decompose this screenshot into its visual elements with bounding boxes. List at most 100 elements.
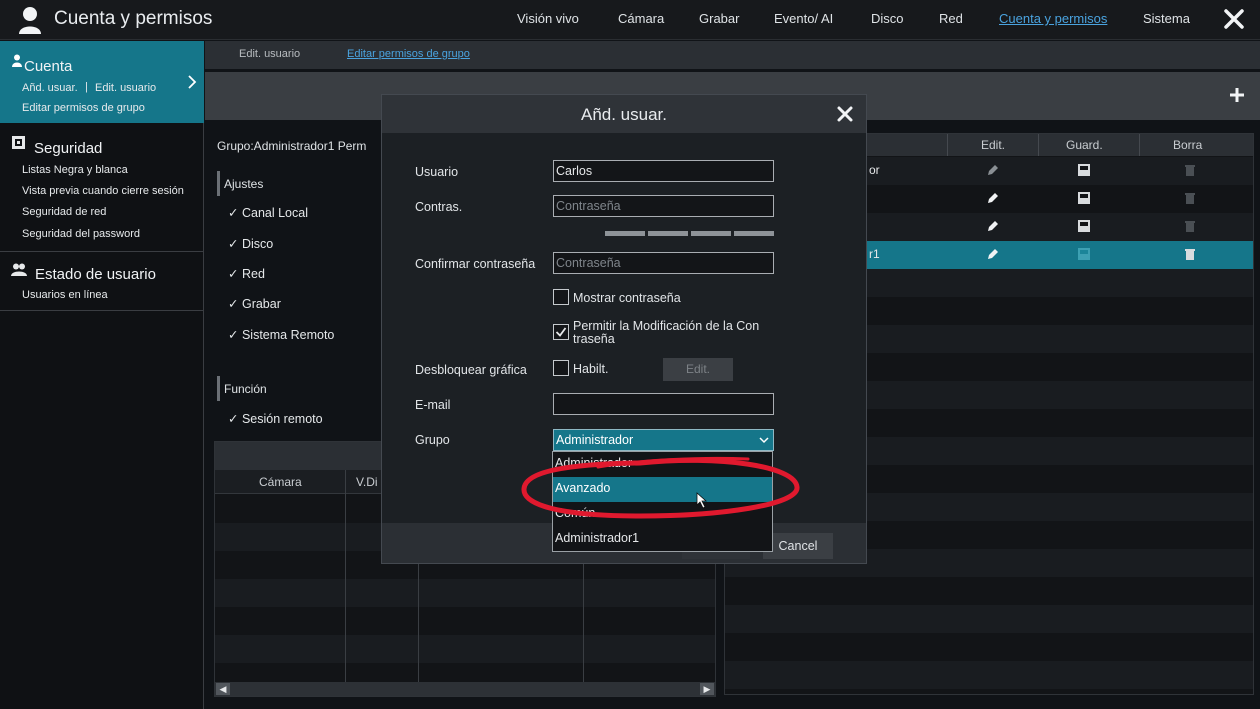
nav-live-view[interactable]: Visión vivo: [517, 11, 579, 26]
column-camera: Cámara: [259, 475, 302, 489]
username-label: Usuario: [415, 165, 459, 179]
group-selected-value: Administrador: [556, 433, 634, 447]
sub-tabs: Edit. usuario Editar permisos de grupo: [205, 41, 1260, 69]
cancel-button[interactable]: Cancel: [763, 533, 833, 559]
sidebar: Cuenta Añd. usuar. | Edit. usuario Edita…: [0, 41, 204, 709]
group-permissions-label: Grupo:Administrador1 Perm: [217, 139, 367, 153]
trash-icon[interactable]: [1183, 219, 1197, 233]
horizontal-scrollbar[interactable]: ◀ ▶: [215, 682, 715, 696]
scroll-left-icon[interactable]: ◀: [216, 683, 230, 695]
check-icon: ✓: [228, 267, 239, 281]
trash-icon[interactable]: [1183, 247, 1197, 261]
chevron-down-icon: [759, 437, 769, 444]
table-row: [215, 579, 715, 607]
password-strength-bar: [691, 231, 731, 236]
sidebar-item-preview-logout[interactable]: Vista previa cuando cierre sesión: [22, 185, 184, 197]
nav-account-permissions[interactable]: Cuenta y permisos: [999, 11, 1107, 26]
check-icon: ✓: [228, 297, 239, 311]
user-name: r1: [869, 247, 880, 261]
close-icon[interactable]: [1222, 7, 1246, 31]
table-row: [215, 635, 715, 663]
confirm-password-input[interactable]: [553, 252, 774, 274]
allow-modify-password-label: Permitir la Modificación de la Con trase…: [573, 319, 760, 346]
save-icon[interactable]: [1077, 219, 1091, 233]
table-row: [725, 605, 1253, 633]
chevron-right-icon: [188, 75, 197, 89]
section-marker: [217, 171, 220, 196]
column-view: V.Di: [356, 475, 378, 489]
shield-icon: [12, 136, 25, 149]
check-icon: ✓: [228, 206, 239, 220]
sidebar-item-separator: |: [85, 81, 88, 93]
column-save: Guard.: [1066, 138, 1103, 152]
app-title: Cuenta y permisos: [54, 8, 213, 29]
sidebar-title-security[interactable]: Seguridad: [34, 140, 102, 157]
sidebar-item-add-user[interactable]: Añd. usuar.: [22, 82, 78, 94]
sidebar-item-edit-user[interactable]: Edit. usuario: [95, 82, 156, 94]
pencil-icon[interactable]: [986, 219, 1000, 233]
add-icon[interactable]: [1228, 86, 1246, 104]
save-icon[interactable]: [1077, 247, 1091, 261]
table-row: [725, 661, 1253, 689]
option-common[interactable]: Común: [553, 502, 772, 527]
nav-network[interactable]: Red: [939, 11, 963, 26]
top-bar: Cuenta y permisos Visión vivo Cámara Gra…: [0, 0, 1260, 40]
function-title: Función: [224, 382, 267, 396]
group-select[interactable]: Administrador: [553, 429, 774, 451]
nav-event-ai[interactable]: Evento/ AI: [774, 11, 833, 26]
username-input[interactable]: [553, 160, 774, 182]
sidebar-item-network-security[interactable]: Seguridad de red: [22, 206, 106, 218]
sidebar-divider: [0, 310, 204, 311]
close-icon[interactable]: [836, 105, 854, 123]
dialog-title: Añd. usuar.: [580, 105, 667, 124]
pencil-icon[interactable]: [986, 163, 1000, 177]
users-icon: [11, 263, 27, 276]
sidebar-title-user-status[interactable]: Estado de usuario: [35, 266, 156, 283]
perm-record: Grabar: [241, 297, 281, 311]
allow-modify-password-checkbox[interactable]: [553, 324, 569, 340]
show-password-label: Mostrar contraseña: [573, 291, 681, 305]
user-name: or: [869, 163, 880, 177]
confirm-password-label: Confirmar contraseña: [415, 257, 536, 271]
perm-local-channel: Canal Local: [241, 206, 308, 220]
trash-icon[interactable]: [1183, 163, 1197, 177]
option-administrator1[interactable]: Administrador1: [553, 527, 772, 552]
check-icon: ✓: [228, 328, 239, 342]
sidebar-item-online-users[interactable]: Usuarios en línea: [22, 289, 108, 301]
password-strength-bar: [605, 231, 645, 236]
show-password-checkbox[interactable]: [553, 289, 569, 305]
pencil-icon[interactable]: [986, 191, 1000, 205]
check-icon: ✓: [228, 237, 239, 251]
nav-record[interactable]: Grabar: [699, 11, 739, 26]
unlock-pattern-label: Desbloquear gráfica: [415, 363, 527, 377]
perm-network: Red: [241, 267, 265, 281]
save-icon[interactable]: [1077, 163, 1091, 177]
nav-disk[interactable]: Disco: [871, 11, 904, 26]
email-input[interactable]: [553, 393, 774, 415]
user-icon: [12, 54, 22, 67]
option-advanced[interactable]: Avanzado: [553, 477, 772, 502]
trash-icon[interactable]: [1183, 191, 1197, 205]
tab-edit-group-permissions[interactable]: Editar permisos de grupo: [347, 48, 470, 60]
password-input[interactable]: [553, 195, 774, 217]
perm-remote-system: Sistema Remoto: [241, 328, 335, 342]
scroll-right-icon[interactable]: ▶: [700, 683, 714, 695]
enable-checkbox[interactable]: [553, 360, 569, 376]
sidebar-title-account[interactable]: Cuenta: [24, 58, 72, 75]
nav-camera[interactable]: Cámara: [618, 11, 664, 26]
sidebar-item-black-white-lists[interactable]: Listas Negra y blanca: [22, 164, 128, 176]
password-label: Contras.: [415, 200, 463, 214]
sidebar-item-password-security[interactable]: Seguridad del password: [22, 228, 140, 240]
password-strength-bar: [734, 231, 774, 236]
tab-edit-user[interactable]: Edit. usuario: [239, 48, 300, 60]
group-dropdown-list: Administrador Avanzado Común Administrad…: [552, 451, 773, 552]
save-icon[interactable]: [1077, 191, 1091, 205]
settings-title: Ajustes: [224, 177, 264, 191]
section-marker: [217, 376, 220, 401]
pencil-icon[interactable]: [986, 247, 1000, 261]
edit-pattern-button[interactable]: Edit.: [663, 358, 733, 381]
option-administrator[interactable]: Administrador: [553, 452, 772, 477]
perm-disk: Disco: [241, 237, 274, 251]
nav-system[interactable]: Sistema: [1143, 11, 1190, 26]
sidebar-item-edit-group-permissions[interactable]: Editar permisos de grupo: [22, 102, 145, 114]
